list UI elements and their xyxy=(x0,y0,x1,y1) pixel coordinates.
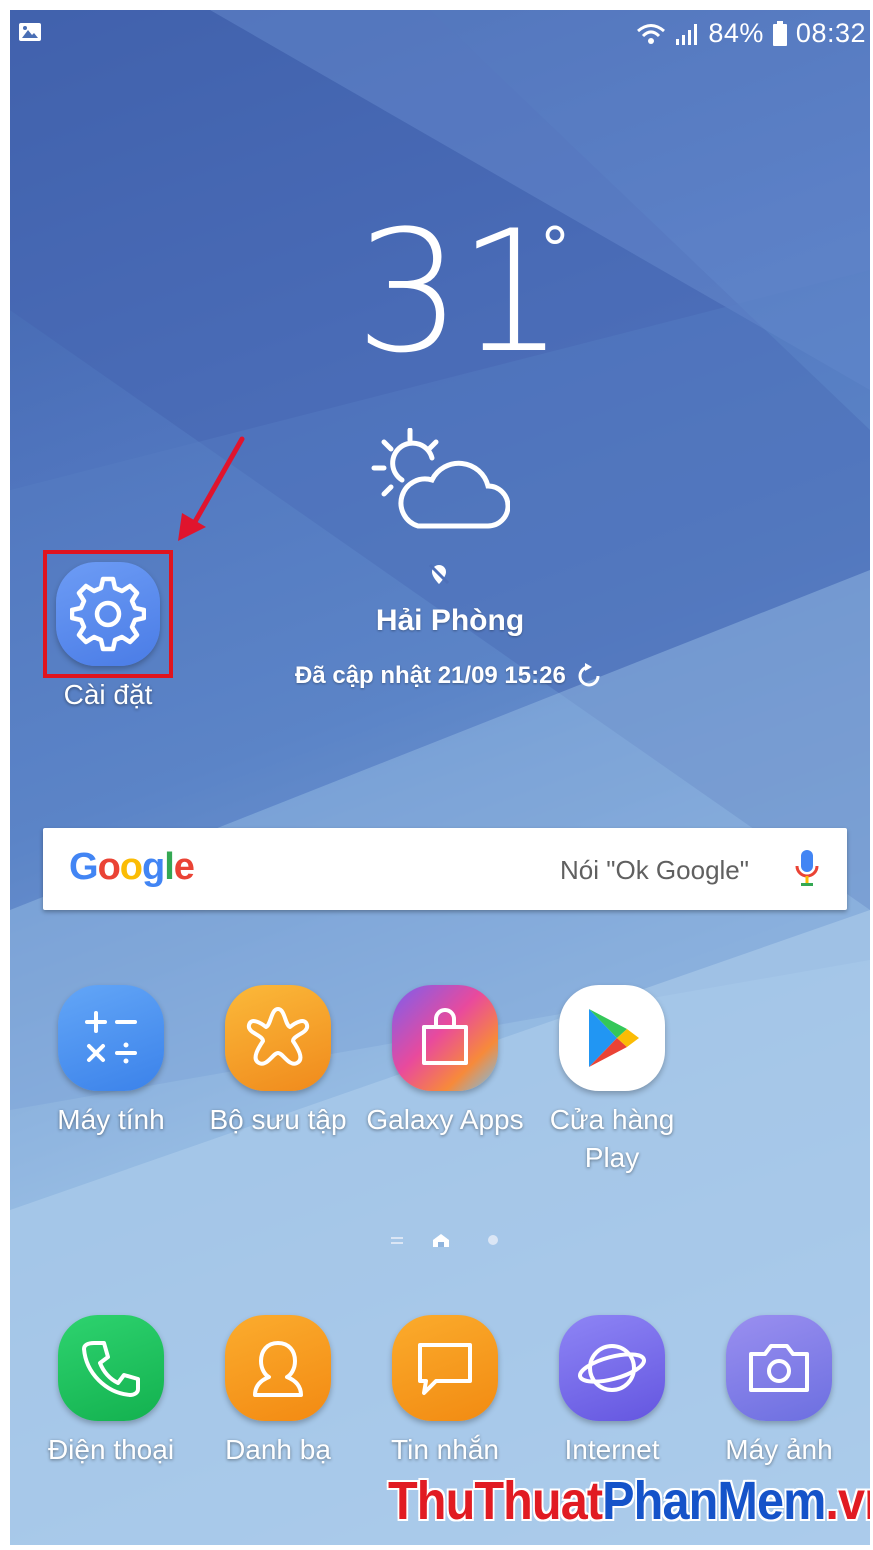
home-screen: 84% 08:32 31 ° Hải Phòng Đã cập nhật 21/… xyxy=(10,10,870,1545)
internet-icon xyxy=(559,1315,665,1421)
wifi-icon xyxy=(637,23,666,44)
battery-percent: 84% xyxy=(708,18,764,48)
dock-camera[interactable]: Máy ảnh xyxy=(699,1315,859,1469)
temperature: 31 xyxy=(355,194,565,390)
gallery-icon xyxy=(225,985,331,1091)
dock-internet[interactable]: Internet xyxy=(532,1315,692,1469)
google-search-bar[interactable]: Google Nói "Ok Google" xyxy=(43,828,847,910)
app-label: Cài đặt xyxy=(63,679,153,710)
camera-icon xyxy=(726,1315,832,1421)
last-updated: Đã cập nhật 21/09 15:26 xyxy=(295,662,602,690)
app-label: Danh bạ xyxy=(225,1434,331,1465)
page-indicator[interactable] xyxy=(385,1230,505,1250)
play-store-icon xyxy=(559,985,665,1091)
degree-symbol: ° xyxy=(540,215,570,285)
app-galaxy-apps[interactable]: Galaxy Apps xyxy=(365,985,525,1139)
phone-icon xyxy=(58,1315,164,1421)
search-hint: Nói "Ok Google" xyxy=(560,855,749,885)
updated-text: Đã cập nhật 21/09 15:26 xyxy=(295,662,566,689)
messages-icon xyxy=(392,1315,498,1421)
app-label: Bộ sưu tập xyxy=(209,1104,347,1135)
page-dot xyxy=(488,1235,498,1245)
highlight-box xyxy=(43,550,173,678)
annotation-arrow xyxy=(178,436,245,541)
dock-contacts[interactable]: Danh bạ xyxy=(198,1315,358,1469)
app-label: Điện thoại xyxy=(47,1434,175,1465)
app-label: Máy ảnh xyxy=(725,1434,833,1465)
contacts-icon xyxy=(225,1315,331,1421)
app-label: Máy tính xyxy=(57,1104,165,1135)
app-label: Internet xyxy=(564,1434,660,1465)
location-off-icon xyxy=(428,563,450,585)
image-icon xyxy=(19,23,41,41)
partly-cloudy-icon xyxy=(371,428,510,529)
app-label: Galaxy Apps xyxy=(366,1104,524,1135)
app-gallery[interactable]: Bộ sưu tập xyxy=(198,985,358,1139)
clock: 08:32 xyxy=(795,18,866,48)
app-label: Cửa hàng Play xyxy=(549,1104,675,1173)
app-label: Tin nhắn xyxy=(391,1434,499,1465)
app-calculator[interactable]: Máy tính xyxy=(31,985,191,1139)
app-play-store[interactable]: Cửa hàng Play xyxy=(532,985,692,1177)
signal-icon xyxy=(676,23,698,45)
menu-page-dot xyxy=(391,1237,403,1244)
dock-messages[interactable]: Tin nhắn xyxy=(365,1315,525,1469)
refresh-icon[interactable] xyxy=(576,663,602,689)
calculator-icon xyxy=(58,985,164,1091)
battery-icon xyxy=(772,20,787,46)
galaxy-apps-icon xyxy=(392,985,498,1091)
status-bar: 84% 08:32 xyxy=(10,10,870,60)
google-logo: Google xyxy=(69,846,195,888)
dock-phone[interactable]: Điện thoại xyxy=(31,1315,191,1469)
mic-icon[interactable] xyxy=(795,850,819,888)
watermark: ThuThuatPhanMem.vn xyxy=(388,1471,870,1531)
